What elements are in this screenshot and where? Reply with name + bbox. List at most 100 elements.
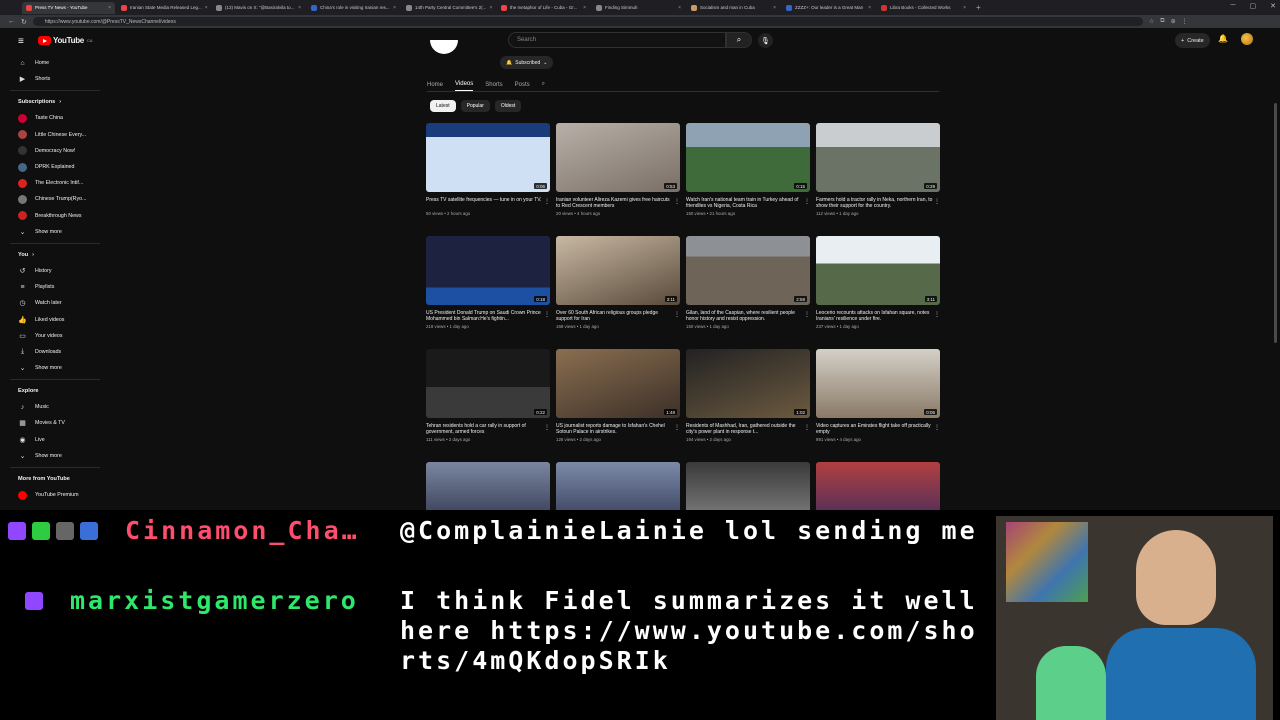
video-card[interactable] (816, 462, 940, 510)
video-card[interactable]: 0:53 Iranian volunteer Alireza Kazemi giv… (556, 123, 680, 216)
sidebar-item[interactable]: Little Chinese Every... (0, 127, 110, 143)
video-title[interactable]: Over 60 South African religious groups p… (556, 310, 680, 323)
video-thumbnail[interactable]: 0:22 (426, 349, 550, 418)
close-icon[interactable]: × (108, 5, 111, 11)
url-field[interactable]: https://www.youtube.com/@PressTV_NewsCha… (32, 17, 1143, 26)
video-thumbnail[interactable]: 0:53 (556, 123, 680, 192)
video-card[interactable]: 3:11 Leocerio recounts attacks on Isfahan… (816, 236, 940, 329)
video-card[interactable]: 0:29 Farmers hold a tractor rally in Neka… (816, 123, 940, 216)
video-title[interactable]: Press TV satellite frequencies — tune in… (426, 197, 550, 210)
video-thumbnail[interactable]: 0:18 (426, 236, 550, 305)
more-options-icon[interactable]: ⋮ (804, 424, 810, 431)
browser-tab[interactable]: 14th Party Central Committee's 2(... × (402, 2, 495, 14)
more-options-icon[interactable]: ⋮ (674, 198, 680, 205)
tab-videos[interactable]: Videos (455, 81, 474, 91)
close-icon[interactable]: × (205, 5, 208, 11)
sidebar-item[interactable]: ⌄ Show more (0, 224, 110, 240)
browser-tab[interactable]: China's role in visiting Iranian res... × (307, 2, 400, 14)
video-card[interactable]: 0:06 Press TV satellite frequencies — tun… (426, 123, 550, 216)
video-card[interactable]: 0:18 US President Donald Trump on Saudi C… (426, 236, 550, 329)
sidebar-item[interactable]: YouTube Premium (0, 487, 110, 503)
tab-home[interactable]: Home (427, 82, 443, 88)
menu-icon[interactable]: ≡ (18, 36, 24, 47)
channel-avatar[interactable] (430, 40, 458, 54)
close-icon[interactable]: × (489, 5, 492, 11)
sidebar-section-header[interactable]: You › (0, 247, 110, 263)
video-thumbnail[interactable]: 0:15 (686, 123, 810, 192)
close-icon[interactable]: × (393, 5, 396, 11)
sidebar-item[interactable]: ⌂ Home (0, 55, 110, 71)
more-options-icon[interactable]: ⋮ (804, 198, 810, 205)
close-icon[interactable]: × (678, 5, 681, 11)
video-card[interactable]: 0:06 Video captures an Emirates flight ta… (816, 349, 940, 442)
chip-popular[interactable]: Popular (460, 100, 490, 112)
sidebar-item[interactable]: ▶ Shorts (0, 71, 110, 87)
video-title[interactable]: Farmers hold a tractor rally in Neka, no… (816, 197, 940, 210)
more-options-icon[interactable]: ⋮ (544, 198, 550, 205)
chip-latest[interactable]: Latest (430, 100, 456, 112)
new-tab-icon[interactable]: + (976, 3, 981, 12)
tab-shorts[interactable]: Shorts (485, 82, 502, 88)
close-icon[interactable]: × (773, 5, 776, 11)
sidebar-item[interactable]: 👍 Liked videos (0, 311, 110, 327)
video-title[interactable]: Tehran residents hold a car rally in sup… (426, 423, 550, 436)
video-title[interactable]: Gilan, land of the Caspian, where resili… (686, 310, 810, 323)
sidebar-section-header[interactable]: Subscriptions › (0, 94, 110, 110)
more-options-icon[interactable]: ⋮ (674, 424, 680, 431)
video-thumbnail[interactable] (556, 462, 680, 510)
search-icon[interactable]: ⌕ (726, 32, 752, 48)
refresh-icon[interactable]: ↻ (21, 18, 27, 26)
video-thumbnail[interactable]: 1:02 (686, 349, 810, 418)
window-controls[interactable]: ─ ▢ ✕ (1231, 2, 1276, 10)
video-thumbnail[interactable]: 3:11 (816, 236, 940, 305)
browser-tab[interactable]: (13) Mavis on X: "@Basiralvila to... × (212, 2, 305, 14)
back-icon[interactable]: ← (8, 18, 15, 25)
video-card[interactable] (686, 462, 810, 510)
browser-tab[interactable]: Socialism and man in Cuba × (687, 2, 780, 14)
video-title[interactable]: Video captures an Emirates flight take o… (816, 423, 940, 436)
sidebar-item[interactable]: ◷ Watch later (0, 295, 110, 311)
video-thumbnail[interactable] (686, 462, 810, 510)
scrollbar[interactable] (1274, 103, 1277, 343)
search-icon[interactable]: ⌕ (542, 81, 545, 88)
avatar[interactable] (1241, 33, 1253, 45)
sidebar-item[interactable]: Chinese Trump(Ryo... (0, 191, 110, 207)
sidebar-item[interactable]: Breakthrough News (0, 208, 110, 224)
video-card[interactable] (426, 462, 550, 510)
sidebar-item[interactable]: Democracy Now! (0, 143, 110, 159)
video-card[interactable]: 3:11 Over 60 South African religious grou… (556, 236, 680, 329)
tab-posts[interactable]: Posts (515, 82, 530, 88)
close-icon[interactable]: × (583, 5, 586, 11)
chip-oldest[interactable]: Oldest (494, 100, 522, 112)
sidebar-item[interactable]: ↺ History (0, 263, 110, 279)
video-title[interactable]: US President Donald Trump on Saudi Crown… (426, 310, 550, 323)
sidebar-item[interactable]: ⌄ Show more (0, 360, 110, 376)
sidebar-item[interactable]: ♪ Music (0, 399, 110, 415)
video-title[interactable]: Residents of Mashhad, Iran, gathered out… (686, 423, 810, 436)
video-thumbnail[interactable] (426, 462, 550, 510)
sidebar-item[interactable]: The Electronic Intif... (0, 175, 110, 191)
mic-icon[interactable]: 🎙 (758, 33, 773, 48)
browser-tab[interactable]: Iranian State Media Released Leg... × (117, 2, 210, 14)
sidebar-section-header[interactable]: Explore (0, 383, 110, 399)
bell-icon[interactable]: 🔔 (1218, 34, 1228, 43)
extension-icons[interactable]: ☆ ⧉ ⊕ ⋮ (1149, 18, 1188, 25)
sidebar-item[interactable]: ⤓ Downloads (0, 344, 110, 360)
video-card[interactable]: 1:02 Residents of Mashhad, Iran, gathered… (686, 349, 810, 442)
video-title[interactable]: Watch Iran's national team train in Turk… (686, 197, 810, 210)
video-title[interactable]: Leocerio recounts attacks on Isfahan squ… (816, 310, 940, 323)
more-options-icon[interactable]: ⋮ (934, 311, 940, 318)
more-options-icon[interactable]: ⋮ (804, 311, 810, 318)
video-card[interactable]: 2:58 Gilan, land of the Caspian, where re… (686, 236, 810, 329)
video-thumbnail[interactable]: 2:58 (686, 236, 810, 305)
video-thumbnail[interactable] (816, 462, 940, 510)
more-options-icon[interactable]: ⋮ (934, 198, 940, 205)
video-thumbnail[interactable]: 0:06 (426, 123, 550, 192)
sidebar-item[interactable]: ⌄ Show more (0, 448, 110, 464)
browser-tab[interactable]: Libra Books - Collected Works × (877, 2, 970, 14)
browser-tab[interactable]: Finding Simmuh × (592, 2, 685, 14)
browser-tab[interactable]: Press TV News - YouTube × (22, 1, 115, 14)
more-options-icon[interactable]: ⋮ (544, 424, 550, 431)
close-icon[interactable]: × (868, 5, 871, 11)
more-options-icon[interactable]: ⋮ (674, 311, 680, 318)
